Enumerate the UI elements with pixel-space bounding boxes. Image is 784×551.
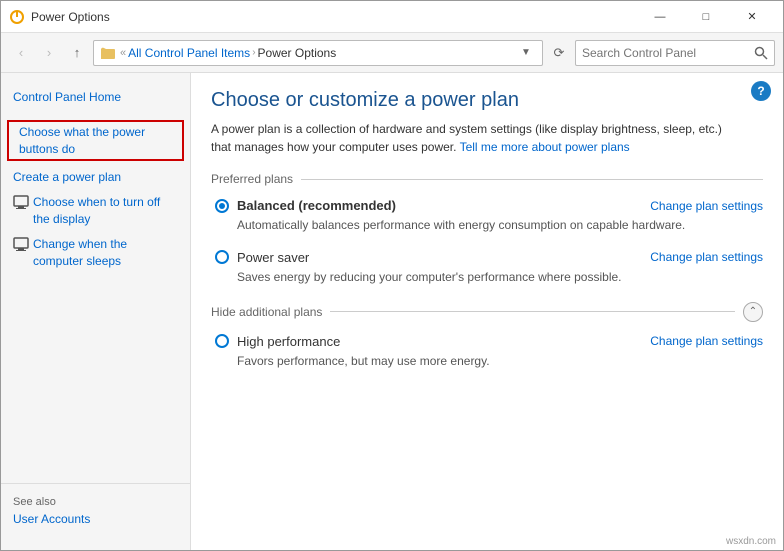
preferred-plans-label: Preferred plans [211,172,293,186]
folder-icon [100,45,116,61]
power-plans-help-link[interactable]: Tell me more about power plans [460,140,630,154]
sidebar-item-power-buttons[interactable]: Choose what the power buttons do [7,120,184,162]
plan-item-high-performance: High performance Change plan settings Fa… [211,334,763,370]
monitor-icon [13,195,29,211]
back-button[interactable]: ‹ [9,41,33,65]
power-options-window: Power Options — □ ✕ ‹ › ↑ « All Control … [0,0,784,551]
breadcrumb-current: Power Options [258,46,337,60]
window-icon [9,9,25,25]
balanced-plan-label[interactable]: Balanced (recommended) [215,198,396,213]
breadcrumb-home[interactable]: All Control Panel Items [128,46,250,60]
address-field[interactable]: « All Control Panel Items › Power Option… [93,40,543,66]
content-description: A power plan is a collection of hardware… [211,120,731,156]
breadcrumb-separator: « [120,47,126,59]
high-performance-change-link[interactable]: Change plan settings [650,334,763,348]
additional-plans-chevron[interactable]: ⌃ [743,302,763,322]
power-saver-radio[interactable] [215,250,229,264]
breadcrumb-path: « All Control Panel Items › Power Option… [120,46,512,60]
help-button[interactable]: ? [751,81,771,101]
balanced-description: Automatically balances performance with … [237,217,763,234]
sidebar-item-create-plan[interactable]: Create a power plan [1,165,190,190]
search-icon [754,46,768,60]
power-saver-change-link[interactable]: Change plan settings [650,250,763,264]
address-dropdown-button[interactable]: ▼ [516,43,536,63]
up-button[interactable]: ↑ [65,41,89,65]
content-area: ? Choose or customize a power plan A pow… [191,73,783,550]
sidebar: Control Panel Home Choose what the power… [1,73,191,550]
high-performance-plan-label[interactable]: High performance [215,334,340,349]
plan-item-power-saver: Power saver Change plan settings Saves e… [211,250,763,286]
watermark: wsxdn.com [726,536,776,547]
high-performance-description: Favors performance, but may use more ene… [237,353,763,370]
path-separator: › [252,47,255,58]
title-bar: Power Options — □ ✕ [1,1,783,33]
page-title: Choose or customize a power plan [211,89,763,112]
additional-plans-label: Hide additional plans [211,305,322,319]
power-saver-plan-label[interactable]: Power saver [215,250,309,265]
high-performance-radio[interactable] [215,334,229,348]
sidebar-user-accounts-link[interactable]: User Accounts [13,512,178,526]
sidebar-item-home[interactable]: Control Panel Home [1,85,190,110]
balanced-radio[interactable] [215,199,229,213]
maximize-button[interactable]: □ [683,1,729,33]
minimize-button[interactable]: — [637,1,683,33]
window-title: Power Options [31,10,637,24]
preferred-plans-header: Preferred plans [211,172,763,186]
preferred-plans-divider [301,179,763,180]
additional-plans-header: Hide additional plans ⌃ [211,302,763,322]
balanced-change-link[interactable]: Change plan settings [650,199,763,213]
see-also-label: See also [13,496,178,508]
window-controls: — □ ✕ [637,1,775,33]
sidebar-item-display[interactable]: Choose when to turn off the display [1,190,190,232]
plan-item-balanced: Balanced (recommended) Change plan setti… [211,198,763,234]
sidebar-see-also: See also User Accounts [1,483,190,538]
sidebar-item-sleep[interactable]: Change when the computer sleeps [1,232,190,274]
power-saver-description: Saves energy by reducing your computer's… [237,269,763,286]
close-button[interactable]: ✕ [729,1,775,33]
additional-plans-divider [330,311,735,312]
address-bar: ‹ › ↑ « All Control Panel Items › Power … [1,33,783,73]
main-content: Control Panel Home Choose what the power… [1,73,783,550]
sleep-monitor-icon [13,237,29,253]
search-box[interactable] [575,40,775,66]
refresh-button[interactable]: ⟳ [547,41,571,65]
forward-button[interactable]: › [37,41,61,65]
search-input[interactable] [582,46,750,60]
